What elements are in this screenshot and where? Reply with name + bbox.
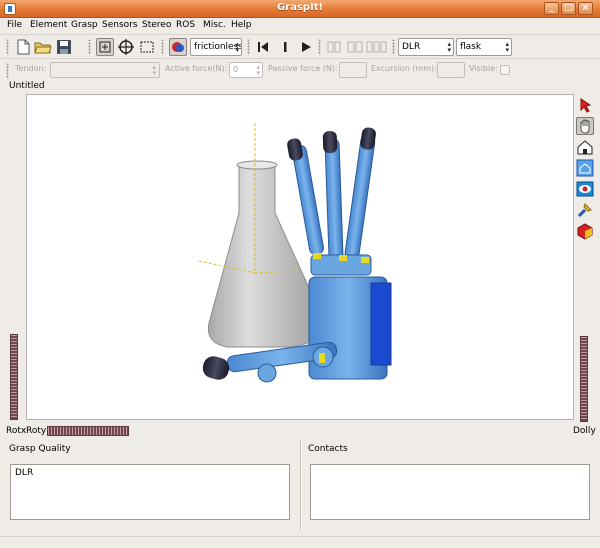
object-select[interactable]: flask ▴ ▾: [456, 38, 512, 56]
menu-element[interactable]: Element: [30, 20, 67, 30]
projection-icon[interactable]: [576, 222, 594, 240]
window-title: GraspIt!: [276, 2, 324, 13]
maximize-button[interactable]: □: [561, 2, 576, 15]
visible-label: Visible:: [469, 64, 498, 73]
rotx-wheel[interactable]: [10, 334, 18, 420]
toolbar-grip[interactable]: [392, 39, 395, 55]
passive-force-field: [339, 62, 367, 78]
combo-arrows-icon: ▴ ▾: [505, 40, 509, 54]
object-select-value: flask: [460, 42, 482, 52]
rotx-label: Rotx: [6, 426, 27, 436]
open-folder-icon[interactable]: [34, 38, 52, 56]
menu-sensors[interactable]: Sensors: [102, 20, 138, 30]
pick-arrow-icon[interactable]: [576, 96, 594, 114]
toolbar-grip[interactable]: [6, 63, 9, 79]
3d-viewer[interactable]: [26, 94, 574, 420]
title-bar: GraspIt! _ □ ×: [0, 0, 600, 18]
layout-double-icon: [346, 38, 364, 56]
skip-back-icon[interactable]: [254, 38, 272, 56]
toolbar-grip[interactable]: [88, 39, 91, 55]
hand-select-value: DLR: [402, 42, 421, 52]
menu-grasp[interactable]: Grasp: [71, 20, 98, 30]
grasp-quality-panel: Grasp Quality DLR: [0, 440, 300, 530]
menu-stereo[interactable]: Stereo: [142, 20, 171, 30]
grasp-quality-list[interactable]: DLR: [10, 464, 290, 520]
hand-select[interactable]: DLR ▴ ▾: [398, 38, 454, 56]
save-disk-icon[interactable]: [55, 38, 73, 56]
layout-triple-icon: [366, 38, 388, 56]
grasp-quality-title: Grasp Quality: [9, 444, 71, 454]
collision-icon[interactable]: [169, 38, 187, 56]
home-icon[interactable]: [576, 138, 594, 156]
material-select[interactable]: frictionless ▴ ▾: [190, 38, 242, 56]
select-box-icon[interactable]: [138, 38, 156, 56]
menu-help[interactable]: Help: [231, 20, 252, 30]
main-toolbar: frictionless ▴ ▾ DLR ▴ ▾ flask ▴ ▾: [0, 34, 600, 58]
translate-tool-icon[interactable]: [96, 38, 114, 56]
toolbar-grip[interactable]: [161, 39, 164, 55]
viewer-footer: Rotx Roty Dolly: [0, 422, 600, 440]
tendon-toolbar: Tendon: ▴ ▾ Active force(N): 0 ▴ ▾ Passive…: [0, 58, 600, 80]
contacts-title: Contacts: [308, 444, 348, 454]
active-force-spinbox[interactable]: 0 ▴ ▾: [229, 62, 263, 78]
view-all-icon[interactable]: [576, 180, 594, 198]
hand-icon[interactable]: [576, 117, 594, 135]
passive-force-label: Passive force (N):: [268, 64, 338, 73]
menu-ros[interactable]: ROS: [176, 20, 195, 30]
visible-checkbox[interactable]: [500, 65, 510, 75]
spin-arrows-icon: ▴ ▾: [256, 63, 260, 77]
toolbar-grip[interactable]: [318, 39, 321, 55]
set-home-icon[interactable]: [576, 159, 594, 177]
left-wheel-area: [0, 94, 26, 420]
seek-icon[interactable]: [576, 201, 594, 219]
tendon-label: Tendon:: [15, 64, 47, 73]
rotate-tool-icon[interactable]: [117, 38, 135, 56]
toolbar-grip[interactable]: [247, 39, 250, 55]
excursion-field: [437, 62, 465, 78]
roty-wheel[interactable]: [47, 426, 129, 436]
active-force-value: 0: [233, 65, 239, 74]
list-item[interactable]: DLR: [15, 468, 33, 478]
toolbar-grip[interactable]: [6, 39, 9, 55]
play-icon[interactable]: [297, 38, 315, 56]
layout-single-icon: [325, 38, 343, 56]
document-tab[interactable]: Untitled: [9, 81, 45, 91]
pause-icon[interactable]: [276, 38, 294, 56]
new-file-icon[interactable]: [14, 38, 32, 56]
combo-arrows-icon: ▴ ▾: [235, 40, 239, 54]
scene-render[interactable]: [27, 95, 575, 421]
menu-bar: File Element Grasp Sensors Stereo ROS Mi…: [0, 18, 600, 34]
tendon-select[interactable]: ▴ ▾: [50, 62, 160, 78]
menu-file[interactable]: File: [7, 20, 22, 30]
excursion-label: Excursion (mm):: [371, 64, 437, 73]
dolly-label: Dolly: [573, 426, 596, 436]
minimize-button[interactable]: _: [544, 2, 559, 15]
combo-arrows-icon: ▴ ▾: [447, 40, 451, 54]
dolly-wheel[interactable]: [580, 336, 588, 422]
contacts-panel: Contacts: [302, 440, 600, 530]
roty-label: Roty: [26, 426, 47, 436]
menu-misc[interactable]: Misc.: [203, 20, 226, 30]
combo-arrows-icon: ▴ ▾: [152, 63, 156, 77]
status-bar: [0, 536, 600, 548]
close-button[interactable]: ×: [578, 2, 593, 15]
active-force-label: Active force(N):: [165, 64, 228, 73]
contacts-list[interactable]: [310, 464, 590, 520]
